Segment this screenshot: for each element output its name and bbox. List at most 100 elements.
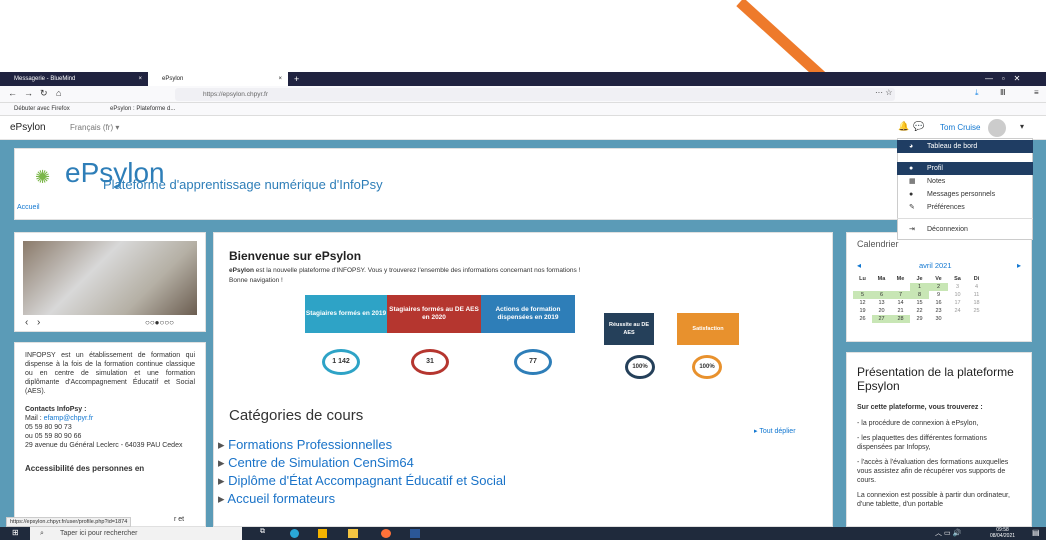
menu-icon[interactable]: ≡ xyxy=(1034,88,1039,97)
reload-icon[interactable]: ↻ xyxy=(40,88,48,99)
carousel-prev-icon[interactable]: ‹ xyxy=(25,317,28,328)
avatar[interactable] xyxy=(988,119,1006,137)
bookmarks-bar: Débuter avec Firefox ePsylon : Plateform… xyxy=(0,103,1046,116)
language-menu[interactable]: Français (fr) ▾ xyxy=(70,123,119,132)
dashboard-icon: ◕ xyxy=(909,143,914,150)
category-item[interactable]: ▸ Formations Professionnelles xyxy=(218,437,392,453)
forward-icon[interactable]: → xyxy=(24,88,33,98)
wrench-icon: ✎ xyxy=(909,204,915,211)
user-icon: ● xyxy=(909,165,914,172)
library-icon[interactable]: Ⅲ xyxy=(1000,88,1006,97)
close-tab-icon[interactable]: × xyxy=(278,72,282,86)
stat-box: Stagiaires formés en 2019 xyxy=(305,295,387,333)
taskbar-search[interactable]: ⌕ Taper ici pour rechercher xyxy=(30,527,242,540)
expand-all-link[interactable]: ▸ Tout déplier xyxy=(754,427,796,435)
clock[interactable]: 09:58 08/04/2021 xyxy=(990,527,1015,539)
carousel: ‹ › ○○●○○○ xyxy=(14,232,206,332)
chevron-down-icon[interactable]: ▾ xyxy=(1020,122,1024,131)
presentation-item: - la procédure de connexion à ePsylon, xyxy=(857,420,979,427)
taskbar: ⊞ ⌕ Taper ici pour rechercher ⧉ ︿ ▭ 🔊 09:… xyxy=(0,527,1046,540)
info-card: INFOPSY est un établissement de formatio… xyxy=(14,342,206,527)
access-title: Accessibilité des personnes en xyxy=(25,464,145,473)
breadcrumb[interactable]: Accueil xyxy=(17,204,40,211)
close-tab-icon[interactable]: × xyxy=(138,72,142,86)
browser-nav-bar: ← → ↻ ⌂ https://epsylon.chpyr.fr ··· ☆ ⤓… xyxy=(0,86,1046,103)
stat-value: 100% xyxy=(625,355,655,379)
next-month-icon[interactable]: ▸ xyxy=(1017,261,1021,270)
category-item[interactable]: ▸ Centre de Simulation CenSim64 xyxy=(218,455,414,471)
stat-value: 100% xyxy=(692,355,722,379)
menu-messages[interactable]: ● Messages personnels xyxy=(897,188,1033,201)
windows-start-icon[interactable]: ⊞ xyxy=(12,528,19,537)
back-icon[interactable]: ← xyxy=(8,88,17,98)
stat-box: Actions de formation dispensées en 2019 xyxy=(481,295,575,333)
store-icon[interactable] xyxy=(318,529,327,538)
welcome-text: ePsylon est la nouvelle plateforme d'INF… xyxy=(229,267,581,274)
presentation-title: Présentation de la plateforme Epsylon xyxy=(857,365,1014,393)
page-actions-icon[interactable]: ··· ☆ xyxy=(875,88,892,97)
carousel-dots[interactable]: ○○●○○○ xyxy=(145,318,174,327)
menu-dashboard[interactable]: ◕ Tableau de bord xyxy=(897,140,1033,153)
status-tail: r et xyxy=(174,516,185,523)
welcome-text2: Bonne navigation ! xyxy=(229,277,283,284)
menu-divider xyxy=(897,218,1033,219)
carousel-next-icon[interactable]: › xyxy=(37,317,40,328)
bookmark-firefox[interactable]: Débuter avec Firefox xyxy=(14,103,70,116)
window-controls[interactable]: — ▫ ✕ xyxy=(985,72,1020,86)
folder-icon[interactable] xyxy=(348,529,358,538)
firefox-icon[interactable] xyxy=(381,529,391,538)
home-icon[interactable]: ⌂ xyxy=(56,88,61,98)
calendar-grid: Lu Ma Me Je Ve Sa Di 1234 5 6 7 8 9 10 11 12 13 14 15 16… xyxy=(853,275,986,323)
category-item[interactable]: ▸ Diplôme d'État Accompagnant Éducatif e… xyxy=(218,473,506,489)
menu-profile[interactable]: ● Profil xyxy=(897,162,1033,175)
presentation-subtitle: Sur cette plateforme, vous trouverez : xyxy=(857,404,983,411)
classroom-image xyxy=(23,241,197,315)
calendar-title: Calendrier xyxy=(857,239,899,249)
prev-month-icon[interactable]: ◂ xyxy=(857,261,861,270)
logout-icon: ⇥ xyxy=(909,226,915,233)
new-tab-button[interactable]: + xyxy=(290,72,310,86)
user-name[interactable]: Tom Cruise xyxy=(940,123,980,132)
site-brand[interactable]: ePsylon xyxy=(10,122,46,133)
logo-icon: ✺ xyxy=(35,167,51,187)
presentation-item: - les plaquettes des différentes formati… xyxy=(857,435,987,451)
menu-logout[interactable]: ⇥ Déconnexion xyxy=(897,223,1033,236)
edge-icon[interactable] xyxy=(290,529,299,538)
category-item[interactable]: ▸ Accueil formateurs xyxy=(218,491,335,507)
contacts-title: Contacts InfoPsy : xyxy=(25,406,87,413)
bookmark-epsylon[interactable]: ePsylon : Plateforme d... xyxy=(110,103,175,116)
downloads-icon[interactable]: ⤓ xyxy=(975,88,979,98)
tray-icons[interactable]: ︿ ▭ 🔊 xyxy=(935,528,961,538)
stat-value: 31 xyxy=(411,349,449,375)
menu-notes[interactable]: ▦ Notes xyxy=(897,175,1033,188)
stat-box: Réussite au DE AES xyxy=(604,313,654,345)
stat-value: 77 xyxy=(514,349,552,375)
mail-link[interactable]: efamp@chpyr.fr xyxy=(44,415,94,422)
status-url: https://epsylon.chpyr.fr/user/profile.ph… xyxy=(6,517,132,527)
categories-title: Catégories de cours xyxy=(229,407,364,424)
table-icon: ▦ xyxy=(909,178,916,185)
bell-icon[interactable]: 🔔 xyxy=(898,121,909,132)
notification-icon[interactable]: ▤ xyxy=(1032,528,1040,537)
about-text: INFOPSY est un établissement de formatio… xyxy=(25,352,195,395)
taskview-icon[interactable]: ⧉ xyxy=(260,528,265,536)
address: 29 avenue du Général Leclerc - 64039 PAU… xyxy=(25,442,183,449)
tagline: Plateforme d'apprentissage numérique d'I… xyxy=(103,177,383,192)
url-bar[interactable]: https://epsylon.chpyr.fr xyxy=(175,88,895,101)
word-icon[interactable] xyxy=(410,529,420,538)
tab-epsylon[interactable]: ePsylon × xyxy=(148,72,288,86)
chat-icon[interactable]: 💬 xyxy=(913,121,924,132)
mail-line: Mail : efamp@chpyr.fr xyxy=(25,415,94,422)
phone2: ou 05 59 80 90 66 xyxy=(25,433,82,440)
site-navbar: ePsylon Français (fr) ▾ 🔔 💬 Tom Cruise ▾ xyxy=(0,116,1046,140)
welcome-title: Bienvenue sur ePsylon xyxy=(229,249,362,263)
page-header: ✺ ePsylon Plateforme d'apprentissage num… xyxy=(14,148,1032,220)
presentation-item: La connexion est possible à partir dun o… xyxy=(857,492,1010,508)
calendar-month[interactable]: avril 2021 xyxy=(919,261,952,270)
calendar-card: Calendrier ◂ avril 2021 ▸ Lu Ma Me Je Ve Sa Di… xyxy=(846,232,1032,342)
stat-value: 1 142 xyxy=(322,349,360,375)
menu-preferences[interactable]: ✎ Préférences xyxy=(897,201,1033,214)
stat-box: Stagiaires formés au DE AES en 2020 xyxy=(387,295,481,333)
chat-icon: ● xyxy=(909,191,914,198)
tab-messagerie[interactable]: Messagerie - BlueMind × xyxy=(0,72,148,86)
